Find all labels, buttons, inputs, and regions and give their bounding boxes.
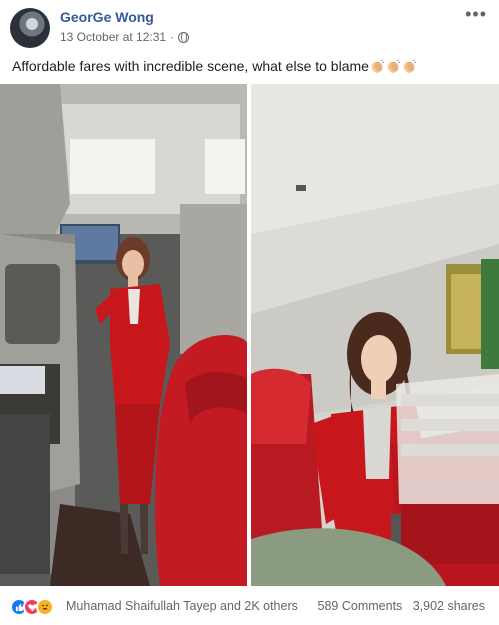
clapping-hands-icon (371, 59, 385, 73)
clapping-hands-icon (387, 59, 401, 73)
post-photos (0, 84, 499, 586)
reaction-icons[interactable] (10, 598, 54, 616)
reactors-summary[interactable]: Muhamad Shaifullah Tayep and 2K others (66, 599, 298, 613)
photo-cabin-crew-cart[interactable] (251, 84, 499, 586)
post-author-name[interactable]: GeorGe Wong (60, 9, 154, 25)
clapping-hands-icon (403, 59, 417, 73)
post-timestamp[interactable]: 13 October at 12:31 (60, 30, 166, 44)
more-options-button[interactable]: ••• (465, 4, 487, 25)
globe-icon[interactable] (178, 31, 190, 43)
meta-separator: · (170, 30, 175, 44)
caption-text: Affordable fares with incredible scene, … (12, 58, 369, 74)
shares-count-link[interactable]: 3,902 shares (413, 599, 485, 613)
laughing-face-icon (41, 604, 49, 610)
post-meta: 13 October at 12:31 · (60, 30, 190, 44)
post-caption: Affordable fares with incredible scene, … (12, 58, 417, 74)
haha-reaction-icon (36, 598, 54, 616)
post-footer: Muhamad Shaifullah Tayep and 2K others 5… (0, 590, 499, 625)
comments-count-link[interactable]: 589 Comments (318, 599, 403, 613)
cabin-galley-illustration (0, 84, 247, 586)
photo-cabin-galley[interactable] (0, 84, 247, 586)
post-author-avatar[interactable] (10, 8, 50, 48)
engagement-counts: 589 Comments 3,902 shares (318, 599, 485, 613)
crew-cart-illustration (251, 84, 499, 586)
